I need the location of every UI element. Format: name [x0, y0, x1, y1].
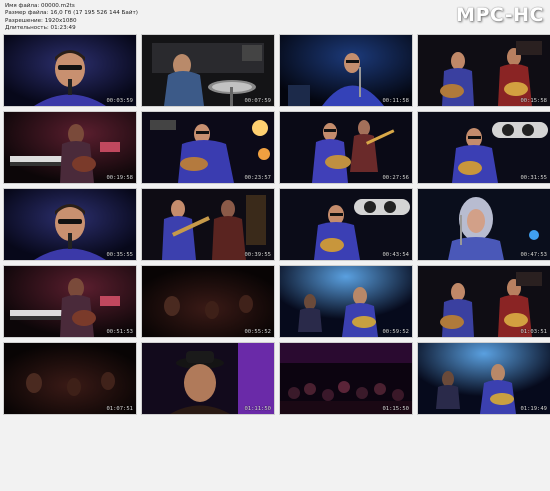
thumbnail-timestamp: 00:43:54 [382, 252, 410, 258]
video-thumbnail[interactable]: 00:27:56 [280, 112, 412, 183]
thumbnail-timestamp: 00:27:56 [382, 175, 410, 181]
thumbnail-timestamp: 00:23:57 [244, 175, 272, 181]
thumbnail-timestamp: 00:47:53 [520, 252, 548, 258]
video-thumbnail[interactable]: 00:59:52 [280, 266, 412, 337]
thumbnail-timestamp: 00:51:53 [106, 329, 134, 335]
thumbnail-timestamp: 00:15:58 [520, 98, 548, 104]
video-thumbnail[interactable]: 01:15:50 [280, 343, 412, 414]
thumbnail-frame-image [142, 266, 274, 337]
thumbnail-frame-image [280, 189, 412, 260]
video-thumbnail[interactable]: 01:19:49 [418, 343, 550, 414]
thumbnail-timestamp: 00:39:55 [244, 252, 272, 258]
thumbnail-timestamp: 00:31:55 [520, 175, 548, 181]
thumbnail-timestamp: 01:07:51 [106, 406, 134, 412]
thumbnail-timestamp: 01:19:49 [520, 406, 548, 412]
thumbnail-frame-image [280, 112, 412, 183]
thumbnail-frame-image [280, 266, 412, 337]
video-thumbnail[interactable]: 00:43:54 [280, 189, 412, 260]
thumbnail-frame-image [418, 112, 550, 183]
video-thumbnail[interactable]: 00:47:53 [418, 189, 550, 260]
thumbnail-frame-image [280, 343, 412, 414]
file-size-line: Размер файла: 16,0 Гб (17 195 526 144 Ба… [5, 10, 138, 17]
thumbnail-frame-image [418, 189, 550, 260]
thumbnail-timestamp: 00:19:58 [106, 175, 134, 181]
thumbnail-frame-image [280, 35, 412, 106]
video-thumbnail[interactable]: 00:15:58 [418, 35, 550, 106]
video-thumbnail[interactable]: 00:19:58 [4, 112, 136, 183]
thumbnail-frame-image [418, 266, 550, 337]
video-thumbnail[interactable]: 01:11:50 [142, 343, 274, 414]
file-info-panel: Имя файла: 00000.m2ts Размер файла: 16,0… [5, 3, 138, 33]
thumbnail-timestamp: 01:03:51 [520, 329, 548, 335]
thumbnail-frame-image [142, 112, 274, 183]
thumbnail-timestamp: 01:11:50 [244, 406, 272, 412]
video-thumbnail[interactable]: 00:07:59 [142, 35, 274, 106]
thumbnail-frame-image [4, 266, 136, 337]
thumbnail-timestamp: 00:35:55 [106, 252, 134, 258]
duration-line: Длительность: 01:23:49 [5, 25, 76, 32]
thumbnail-timestamp: 01:15:50 [382, 406, 410, 412]
thumbnail-timestamp: 00:07:59 [244, 98, 272, 104]
video-thumbnail[interactable]: 01:03:51 [418, 266, 550, 337]
video-thumbnail[interactable]: 00:23:57 [142, 112, 274, 183]
mpc-hc-logo: MPC-HC [456, 4, 544, 26]
video-thumbnail[interactable]: 00:11:58 [280, 35, 412, 106]
video-thumbnail[interactable]: 00:55:52 [142, 266, 274, 337]
video-thumbnail[interactable]: 00:35:55 [4, 189, 136, 260]
thumbnail-grid: 00:03:59 00:07:59 00:11:58 00:15:58 00:1… [4, 35, 550, 491]
thumbnail-timestamp: 00:59:52 [382, 329, 410, 335]
video-thumbnail[interactable]: 00:31:55 [418, 112, 550, 183]
video-thumbnail[interactable]: 00:03:59 [4, 35, 136, 106]
thumbnail-frame-image [4, 189, 136, 260]
video-thumbnail[interactable]: 00:39:55 [142, 189, 274, 260]
thumbnail-timestamp: 00:11:58 [382, 98, 410, 104]
thumbnail-frame-image [418, 35, 550, 106]
thumbnail-frame-image [4, 343, 136, 414]
thumbnail-frame-image [4, 112, 136, 183]
thumbnail-frame-image [418, 343, 550, 414]
thumbnail-frame-image [142, 189, 274, 260]
thumbnail-timestamp: 00:03:59 [106, 98, 134, 104]
video-thumbnail[interactable]: 00:51:53 [4, 266, 136, 337]
video-thumbnail[interactable]: 01:07:51 [4, 343, 136, 414]
thumbnail-frame-image [142, 343, 274, 414]
thumbnail-frame-image [142, 35, 274, 106]
thumbnail-frame-image [4, 35, 136, 106]
thumbnail-timestamp: 00:55:52 [244, 329, 272, 335]
resolution-line: Разрешение: 1920x1080 [5, 17, 77, 24]
